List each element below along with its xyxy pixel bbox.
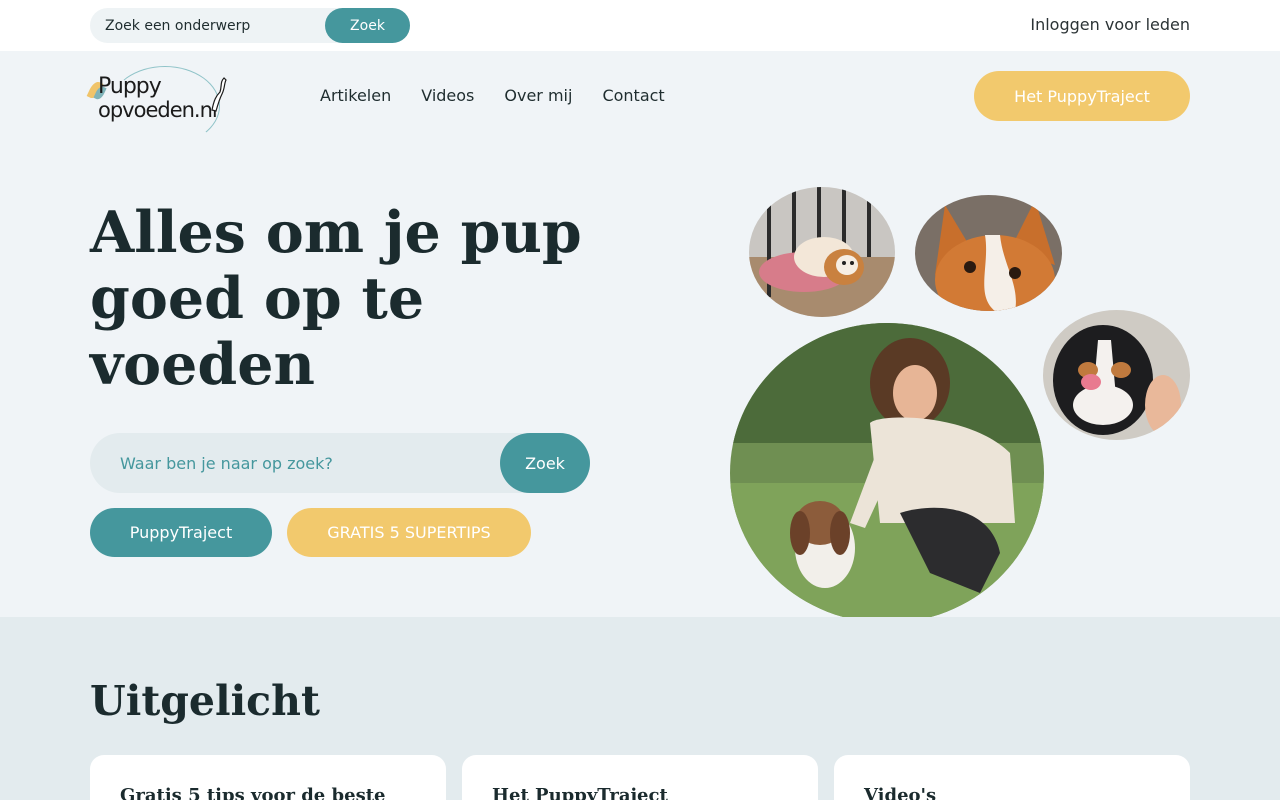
hero-title: Alles om je pup goed op te voeden bbox=[90, 199, 582, 398]
login-link[interactable]: Inloggen voor leden bbox=[1030, 15, 1190, 34]
puppytraject-header-button[interactable]: Het PuppyTraject bbox=[974, 71, 1190, 121]
top-bar: Zoek Inloggen voor leden bbox=[0, 0, 1280, 51]
card-title: Het PuppyTraject bbox=[492, 785, 668, 800]
featured-card-puppytraject[interactable]: Het PuppyTraject bbox=[462, 755, 818, 800]
hero-search-form: Zoek bbox=[90, 433, 590, 493]
top-search-input[interactable] bbox=[90, 8, 325, 43]
main-nav: Artikelen Videos Over mij Contact bbox=[320, 86, 665, 105]
featured-heading: Uitgelicht bbox=[90, 677, 320, 725]
nav-item-videos[interactable]: Videos bbox=[421, 86, 474, 105]
hero-search-input[interactable] bbox=[90, 433, 500, 493]
top-search-form: Zoek bbox=[90, 8, 410, 43]
featured-card-videos[interactable]: Video's bbox=[834, 755, 1190, 800]
top-search-button[interactable]: Zoek bbox=[325, 8, 410, 43]
featured-section: Uitgelicht Gratis 5 tips voor de beste H… bbox=[0, 617, 1280, 800]
jumping-dog-icon bbox=[211, 77, 227, 112]
free-tips-button[interactable]: GRATIS 5 SUPERTIPS bbox=[287, 508, 531, 557]
nav-item-artikelen[interactable]: Artikelen bbox=[320, 86, 391, 105]
border-collie-photo bbox=[1043, 310, 1190, 440]
logo-text-line1: Puppy bbox=[98, 74, 162, 99]
puppy-in-crate-photo bbox=[749, 187, 895, 317]
nav-item-contact[interactable]: Contact bbox=[602, 86, 664, 105]
card-title: Gratis 5 tips voor de beste bbox=[120, 785, 386, 800]
trainer-with-puppy-photo bbox=[730, 323, 1044, 623]
nav-item-over-mij[interactable]: Over mij bbox=[504, 86, 572, 105]
card-title: Video's bbox=[864, 785, 937, 800]
featured-card-tips[interactable]: Gratis 5 tips voor de beste bbox=[90, 755, 446, 800]
site-logo[interactable]: Puppy opvoeden.nl bbox=[86, 66, 235, 146]
hero-search-button[interactable]: Zoek bbox=[500, 433, 590, 493]
logo-text-line2: opvoeden.nl bbox=[98, 98, 218, 122]
corgi-photo bbox=[915, 195, 1062, 311]
puppytraject-button[interactable]: PuppyTraject bbox=[90, 508, 272, 557]
